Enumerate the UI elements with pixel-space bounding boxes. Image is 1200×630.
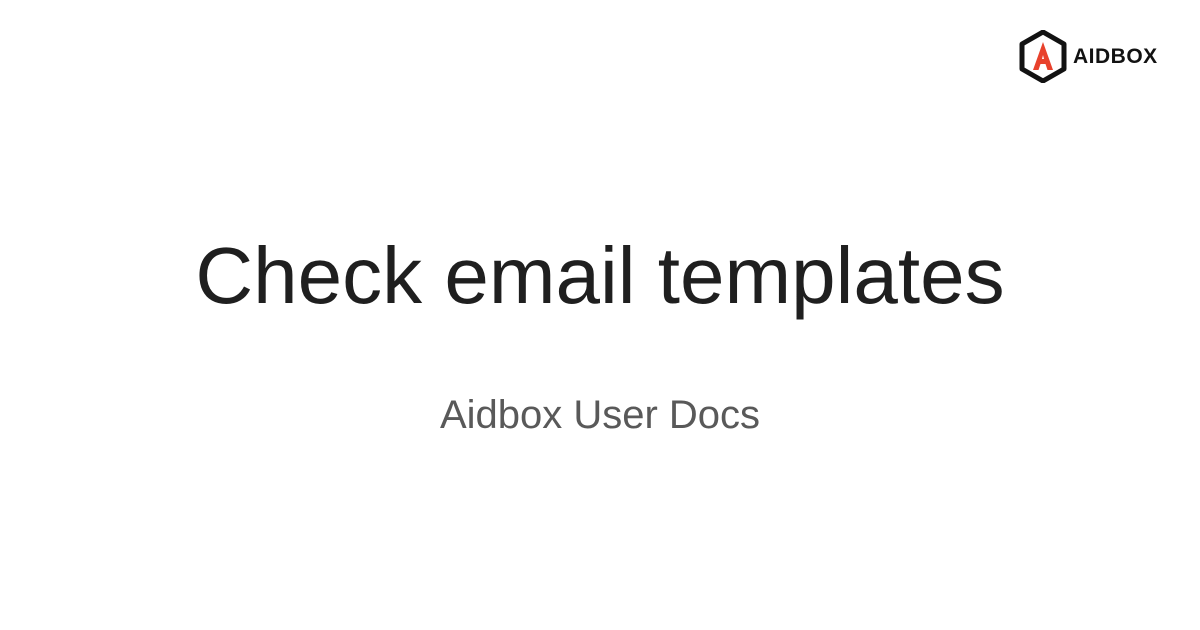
logo-wordmark: AIDBOX	[1073, 45, 1158, 68]
aidbox-logo: AIDBOX	[1019, 30, 1158, 83]
page-title: Check email templates	[195, 231, 1005, 320]
aidbox-hexagon-logo-icon	[1019, 30, 1067, 83]
page-subtitle: Aidbox User Docs	[439, 393, 761, 437]
